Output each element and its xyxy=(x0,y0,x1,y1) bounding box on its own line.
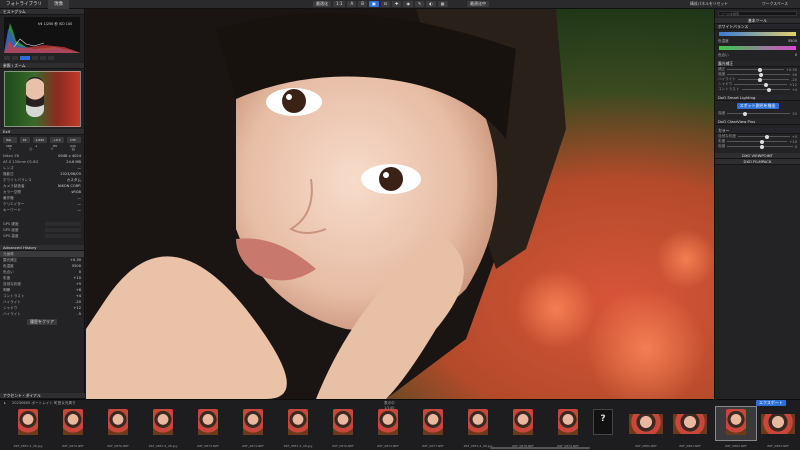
raw-icon: ▤ xyxy=(71,147,75,151)
tool-search-wrap: ツールを検索 xyxy=(715,9,800,18)
thumbnail[interactable]: Z6F_0857-4_08.jpg xyxy=(278,407,318,448)
thumbnail[interactable]: Z6F_0878.NEF xyxy=(503,407,543,448)
optimize-button[interactable]: 最適化 xyxy=(313,1,331,7)
bokeh-highlight xyxy=(516,269,596,349)
top-bar: フォトライブラリ 現像 最適化 1:1 A B ▣ ⊟ ✚ ◉ ✎ ◐ ▦ 最適… xyxy=(0,0,800,9)
horizon-tool-icon[interactable]: ⊟ xyxy=(380,1,391,7)
thumbnail[interactable]: Z6F_0883.NEF xyxy=(758,407,798,448)
folder-icon: ▸ xyxy=(4,401,6,405)
thumbnail[interactable]: Z6F_0880.NEF xyxy=(626,407,666,448)
channel-g-toggle[interactable] xyxy=(40,56,46,60)
histogram-info: f/4 1/250 秒 ISO 100 xyxy=(38,22,73,26)
exposure-slider[interactable]: コントラスト +4 xyxy=(715,87,800,92)
wb-icon: ☼ xyxy=(50,147,54,151)
histogram-controls xyxy=(0,55,84,61)
white-balance-header[interactable]: ホワイトバランス xyxy=(715,24,800,30)
exif-ev: +0.3 EV xyxy=(50,137,64,148)
rgb-toggle[interactable] xyxy=(20,56,30,60)
filmstrip-scrollbar[interactable] xyxy=(490,447,590,449)
local-adjust-icon[interactable]: ◐ xyxy=(426,1,436,7)
question-mark-icon: ? xyxy=(600,414,606,424)
compare-b-button[interactable]: B xyxy=(358,1,367,7)
compare-a-button[interactable]: A xyxy=(347,1,357,7)
left-panel: ヒストグラム f/4 1/250 秒 ISO 100 参照 / ズーム Exif… xyxy=(0,9,85,399)
tab-photo-library[interactable]: フォトライブラリ xyxy=(0,0,48,9)
tint-gradient xyxy=(719,46,796,50)
navigator-header[interactable]: 参照 / ズーム xyxy=(0,63,84,69)
exif-shutter: 1/250 s xyxy=(32,137,48,148)
thumbnail[interactable]: Z6F_0875.NEF xyxy=(368,407,408,448)
exif-list: Nikon Z6 6048 x 4024 AF-S 135mm f/1.8G 24.… xyxy=(0,153,84,213)
export-button[interactable]: エクスポート xyxy=(756,400,786,406)
histogram: f/4 1/250 秒 ISO 100 xyxy=(4,17,80,53)
color-slider[interactable]: 色相 0 xyxy=(715,144,800,149)
clear-history-button[interactable]: 履歴をクリア xyxy=(27,319,57,325)
filmpack-header[interactable]: DXO FILMPACK xyxy=(715,159,800,165)
channel-b-toggle[interactable] xyxy=(48,56,54,60)
smart-lighting-button-wrap: スポット測光を検出 xyxy=(715,101,800,111)
thumbnail[interactable]: Z6F_0879.NEF xyxy=(548,407,588,448)
spot-weighted-button[interactable]: スポット測光を検出 xyxy=(736,103,779,109)
clip-shadow-icon[interactable] xyxy=(4,56,10,60)
gps-list: GPS 緯度 GPS 経度 GPS 高度 xyxy=(0,221,84,239)
thumbnail[interactable]: Z6F_0857-6_08.jpg xyxy=(143,407,183,448)
reset-panels-link[interactable]: 構成パネルをリセット xyxy=(690,1,728,7)
thumbnail-missing[interactable]: ? xyxy=(583,407,623,440)
filmstrip-header: ▸ 20230605 ポートレイト 町田＆光周り 表示中 1/140 エクスポー… xyxy=(0,400,800,410)
thumbnail[interactable]: Z6F_0874.NEF xyxy=(233,407,273,448)
thumbnail[interactable]: Z6F_0857-4_08.jpg xyxy=(458,407,498,448)
smart-lighting-slider[interactable]: 強度 25 xyxy=(715,111,800,116)
crop-tool-icon[interactable]: ▣ xyxy=(368,1,379,7)
thumbnail[interactable]: Z6F_0873.NEF xyxy=(188,407,228,448)
exif-aperture: f/4 xyxy=(19,137,30,143)
thumbnail[interactable]: Z6F_0876.NEF xyxy=(323,407,363,448)
thumbnail[interactable]: Z6F_0877.NEF xyxy=(413,407,453,448)
exif-iso: ISO 100 xyxy=(3,137,17,148)
optimizing-button[interactable]: 最適化中 xyxy=(467,1,489,7)
thumbnail[interactable]: Z6F_0857-4_08.jpg xyxy=(8,407,48,448)
tool-search-input[interactable]: ツールを検索 xyxy=(718,11,797,16)
gps-field[interactable] xyxy=(45,228,81,232)
navigator-viewport-frame[interactable] xyxy=(4,71,81,127)
temperature-gradient xyxy=(719,32,796,36)
history-item[interactable]: ハイライト -5 xyxy=(0,311,84,317)
flash-icon: ϟ xyxy=(8,147,12,151)
grid-icon[interactable]: ▦ xyxy=(437,1,448,7)
folder-path: 20230605 ポートレイト 町田＆光周り xyxy=(12,401,76,405)
thumbnail[interactable]: Z6F_0876.NEF xyxy=(98,407,138,448)
zoom-1to1-button[interactable]: 1:1 xyxy=(333,1,346,7)
clip-highlight-icon[interactable] xyxy=(12,56,18,60)
exif-focal: 135 mm xyxy=(66,137,81,148)
right-panel: ツールを検索 基本ツール ホワイトバランス 色温度 5500 色合い 0 露光補正 … xyxy=(714,9,800,399)
navigator-preview[interactable] xyxy=(4,71,81,127)
channel-r-toggle[interactable] xyxy=(32,56,38,60)
gps-row: GPS 高度 xyxy=(0,233,84,239)
redeye-tool-icon[interactable]: ◉ xyxy=(403,1,413,7)
wb-row: 色温度 5500 xyxy=(718,39,797,43)
clearview-header[interactable]: DxO ClearView Plus xyxy=(715,119,800,125)
gps-field[interactable] xyxy=(45,234,81,238)
thumbnail[interactable]: Z6F_0870.NEF xyxy=(53,407,93,448)
workspace-link[interactable]: ワークスペース xyxy=(762,1,788,7)
histogram-header[interactable]: ヒストグラム xyxy=(0,9,84,15)
exif-icon-row: ϟ ◎ ☼ ▤ xyxy=(0,145,84,153)
brush-tool-icon[interactable]: ✎ xyxy=(414,1,425,7)
gps-field[interactable] xyxy=(45,222,81,226)
bokeh-highlight xyxy=(656,229,714,289)
filmstrip: ▸ 20230605 ポートレイト 町田＆光周り 表示中 1/140 エクスポー… xyxy=(0,399,800,450)
exif-button-row: ISO 100 f/4 1/250 s +0.3 EV 135 mm xyxy=(0,135,84,148)
history-list: 元画像 露光補正 +0.30 色温度 5500 色合い 0 彩度 +10 自然な彩度 +5… xyxy=(0,251,84,317)
thumbnail-selected[interactable]: Z6F_0882.NEF xyxy=(715,406,757,448)
exif-row: キーワード — xyxy=(3,208,81,212)
thumbnail[interactable]: Z6F_0881.NEF xyxy=(670,407,710,448)
view-toolbar: 最適化 1:1 A B ▣ ⊟ ✚ ◉ ✎ ◐ ▦ xyxy=(312,1,449,7)
portrait-photo xyxy=(86,9,714,399)
metering-icon: ◎ xyxy=(29,147,33,151)
history-clear-wrap: 履歴をクリア xyxy=(0,319,84,325)
repair-tool-icon[interactable]: ✚ xyxy=(392,1,402,7)
wb-row: 色合い 0 xyxy=(718,53,797,57)
tab-develop[interactable]: 現像 xyxy=(48,0,69,9)
image-viewer[interactable] xyxy=(86,9,714,399)
